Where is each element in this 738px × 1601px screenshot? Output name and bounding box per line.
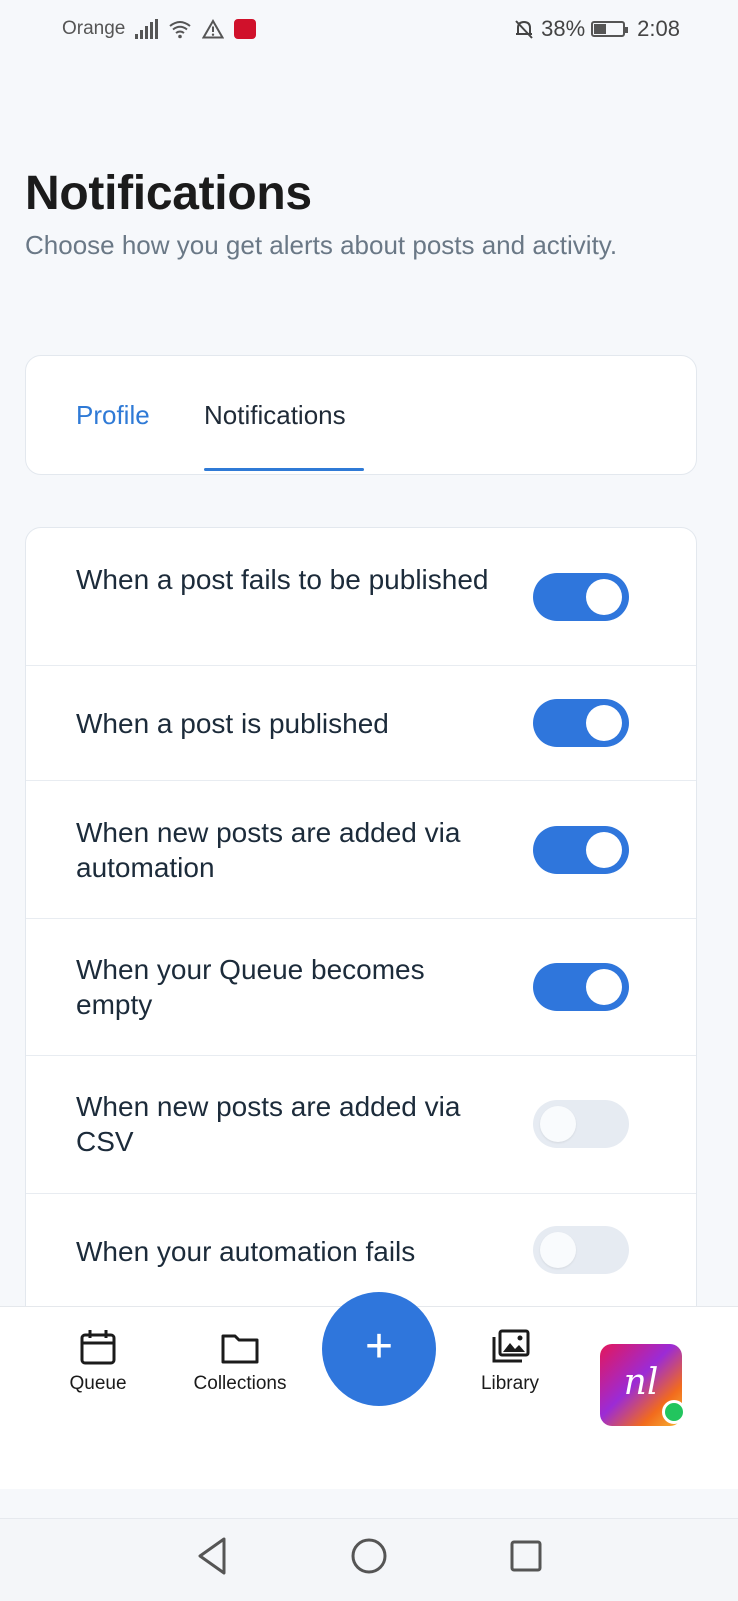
nav-collections[interactable]: Collections [180, 1327, 300, 1395]
setting-label: When your automation fails [76, 1236, 416, 1267]
toggle-post-fails[interactable] [533, 573, 629, 621]
bell-muted-icon [515, 20, 533, 39]
signal-icon [135, 19, 159, 39]
notification-settings-list: When a post fails to be published When a… [25, 527, 697, 1327]
add-post-button[interactable]: + [322, 1292, 436, 1406]
system-nav-bar [0, 1518, 738, 1601]
setting-row-post-published: When a post is published [26, 666, 696, 781]
toggle-automation-fails[interactable] [533, 1226, 629, 1274]
avatar-logo: nl [623, 1362, 659, 1403]
warning-icon [202, 19, 225, 39]
toggle-knob [586, 832, 622, 868]
tabs-card: Profile Notifications [25, 355, 697, 475]
back-triangle-icon[interactable] [194, 1535, 230, 1577]
folder-icon [221, 1334, 259, 1364]
toggle-knob [586, 705, 622, 741]
setting-row-post-fails: When a post fails to be published [26, 528, 696, 666]
toggle-post-published[interactable] [533, 699, 629, 747]
nav-label: Library [480, 1373, 540, 1394]
page-title: Notifications [25, 167, 312, 220]
recents-square-icon[interactable] [508, 1535, 544, 1577]
huawei-app-icon [234, 19, 257, 39]
nav-library[interactable]: Library [468, 1327, 552, 1395]
setting-row-automation-posts: When new posts are added via automation [26, 781, 696, 919]
setting-row-queue-empty: When your Queue becomes empty [26, 919, 696, 1056]
toggle-knob [540, 1106, 576, 1142]
wifi-icon [169, 21, 191, 39]
toggle-automation-posts[interactable] [533, 826, 629, 874]
setting-label: When new posts are added via automation [76, 817, 461, 883]
battery-icon [591, 21, 629, 37]
calendar-icon [80, 1330, 116, 1365]
toggle-knob [540, 1232, 576, 1268]
toggle-knob [586, 579, 622, 615]
images-icon [492, 1329, 530, 1363]
active-tab-indicator [204, 468, 364, 471]
tab-profile[interactable]: Profile [76, 400, 150, 431]
tab-notifications[interactable]: Notifications [204, 400, 346, 431]
toggle-queue-empty[interactable] [533, 963, 629, 1011]
online-status-dot [662, 1400, 686, 1424]
nav-label: Queue [69, 1373, 127, 1394]
home-circle-icon[interactable] [350, 1535, 388, 1577]
setting-label: When a post is published [76, 708, 389, 739]
setting-label: When your Queue becomes empty [76, 954, 425, 1020]
nav-queue[interactable]: Queue [56, 1327, 140, 1395]
toggle-knob [586, 969, 622, 1005]
battery-percent: 38% [541, 16, 586, 41]
setting-label: When a post fails to be published [76, 564, 489, 595]
status-bar: Orange 38% 2:08 [0, 0, 738, 60]
page-subtitle: Choose how you get alerts about posts an… [25, 230, 618, 260]
carrier-name: Orange [62, 18, 126, 39]
toggle-csv-posts[interactable] [533, 1100, 629, 1148]
setting-label: When new posts are added via CSV [76, 1091, 461, 1157]
nav-label: Collections [193, 1373, 287, 1394]
avatar[interactable]: nl [600, 1344, 686, 1426]
clock: 2:08 [637, 16, 680, 41]
setting-row-csv-posts: When new posts are added via CSV [26, 1056, 696, 1194]
